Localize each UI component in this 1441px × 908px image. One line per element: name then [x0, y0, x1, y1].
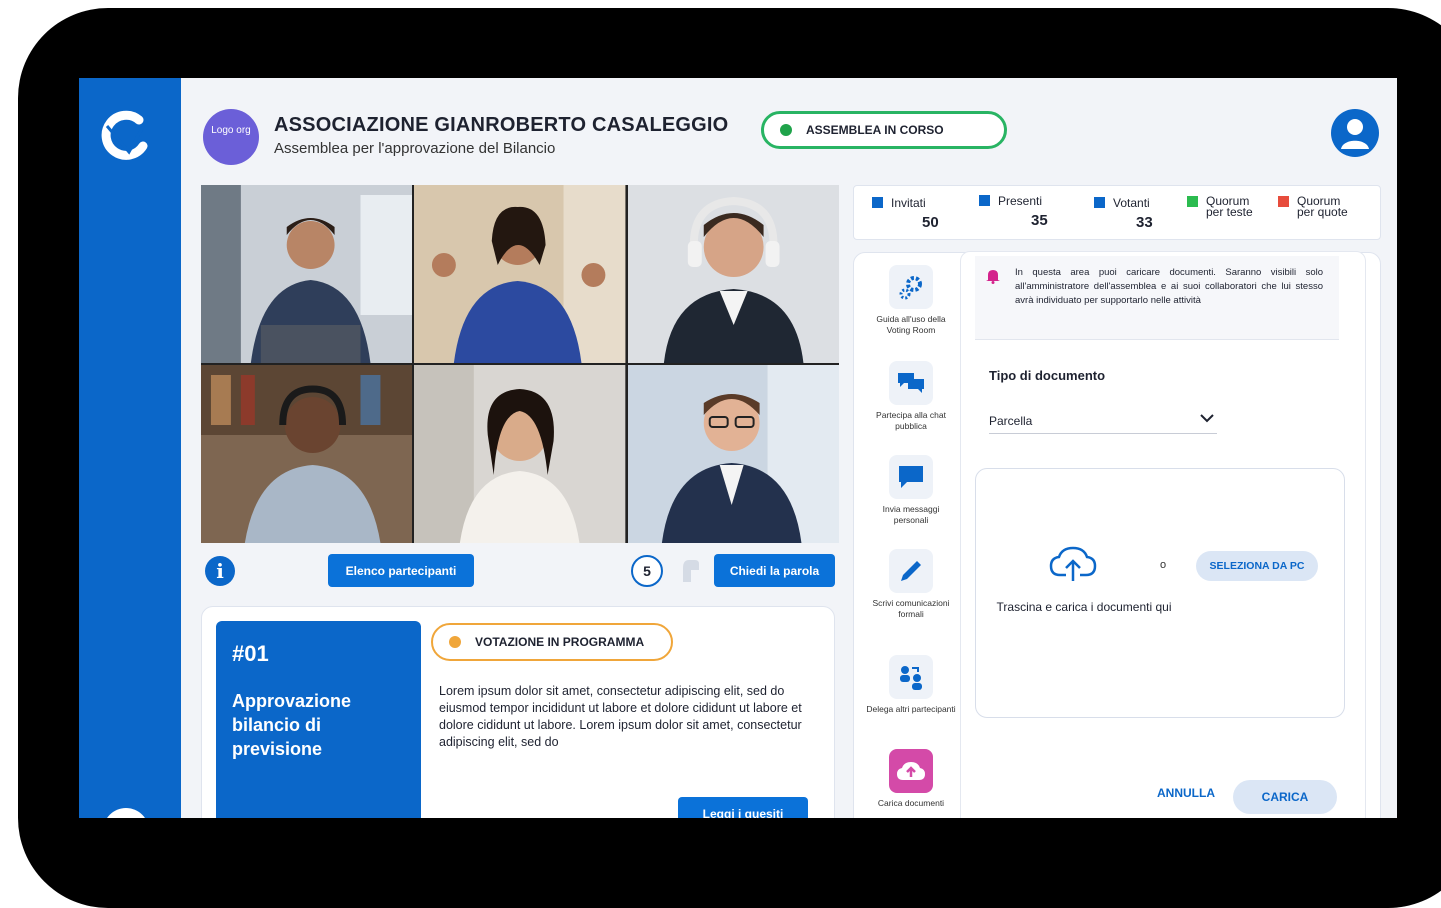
bell-icon [986, 270, 1000, 284]
status-dot-icon [780, 124, 792, 136]
stat-label: Invitati [891, 196, 926, 210]
legend-square-icon [1187, 196, 1198, 207]
chat-bubbles-icon [889, 361, 933, 405]
raise-hand-icon [683, 560, 699, 582]
user-avatar-icon[interactable] [1331, 109, 1379, 157]
stat-quorum-teste: Quorum per teste [1187, 195, 1253, 219]
document-type-label: Tipo di documento [989, 368, 1106, 383]
app-screen: Logo org ASSOCIAZIONE GIANROBERTO CASALE… [79, 78, 1397, 818]
org-name: ASSOCIAZIONE GIANROBERTO CASALEGGIO [274, 114, 729, 136]
upload-info-text: In questa area puoi caricare documenti. … [1015, 267, 1323, 306]
vote-status-label: VOTAZIONE IN PROGRAMMA [475, 635, 645, 649]
upload-info-alert: In questa area puoi caricare documenti. … [975, 256, 1339, 340]
message-icon [889, 455, 933, 499]
document-type-value: Parcella [989, 414, 1033, 428]
sidebar [79, 78, 181, 818]
upload-button[interactable]: CARICA [1233, 780, 1337, 814]
assembly-status-badge: ASSEMBLEA IN CORSO [761, 111, 1007, 149]
vote-description: Lorem ipsum dolor sit amet, consectetur … [439, 684, 802, 749]
tools-panel: Guida all'uso della Voting Room Partecip… [853, 251, 1381, 818]
stat-quorum-quote: Quorum per quote [1278, 195, 1348, 219]
vote-card: #01 Approvazione bilancio di previsione … [201, 606, 835, 818]
pen-icon [889, 549, 933, 593]
video-tile[interactable] [414, 365, 626, 543]
vote-status-dot-icon [449, 636, 461, 648]
video-tile[interactable] [414, 185, 626, 363]
chevron-down-icon [1200, 414, 1214, 423]
stat-label: Presenti [998, 194, 1043, 208]
tool-voting-room-guide[interactable]: Guida all'uso della Voting Room [866, 265, 956, 336]
participants-list-button[interactable]: Elenco partecipanti [328, 554, 474, 587]
org-logo: Logo org [203, 109, 259, 165]
tool-label: Scrivi comunicazioni formali [872, 598, 950, 619]
video-grid [201, 185, 839, 543]
stat-value: 50 [922, 214, 939, 231]
gears-icon [889, 265, 933, 309]
main-area: Logo org ASSOCIAZIONE GIANROBERTO CASALE… [181, 78, 1397, 818]
app-logo-icon[interactable] [99, 106, 157, 164]
stat-presenti: Presenti 35 [979, 194, 1048, 229]
assembly-status-label: ASSEMBLEA IN CORSO [806, 123, 944, 137]
stat-label: Votanti [1113, 196, 1150, 210]
or-text: o [1160, 559, 1167, 571]
vote-title: Approvazione bilancio di previsione [232, 691, 352, 759]
vote-status-badge: VOTAZIONE IN PROGRAMMA [431, 623, 673, 661]
tool-label: Guida all'uso della Voting Room [876, 314, 946, 335]
tool-personal-messages[interactable]: Invia messaggi personali [866, 455, 956, 526]
legend-square-icon [1278, 196, 1289, 207]
legend-square-icon [1094, 197, 1105, 208]
legend-square-icon [979, 195, 990, 206]
tool-public-chat[interactable]: Partecipa alla chat pubblica [866, 361, 956, 432]
stats-bar: Invitati 50 Presenti 35 Votanti 33 Quoru… [853, 185, 1381, 240]
info-icon[interactable]: i [205, 556, 235, 586]
ask-to-speak-button[interactable]: Chiedi la parola [714, 554, 835, 587]
video-tile[interactable] [627, 365, 839, 543]
speaker-queue-count: 5 [631, 555, 663, 587]
vote-number: #01 [232, 641, 269, 666]
video-tile[interactable] [201, 185, 413, 363]
video-tile[interactable] [627, 185, 839, 363]
cloud-upload-outline-icon [1049, 546, 1097, 581]
tool-label: Invia messaggi personali [882, 504, 940, 525]
stat-label: per quote [1297, 205, 1348, 219]
document-type-select[interactable]: Parcella [989, 408, 1217, 434]
vote-summary: #01 Approvazione bilancio di previsione [216, 621, 421, 818]
tool-upload-documents[interactable]: Carica documenti [866, 749, 956, 809]
tool-label: Delega altri partecipanti [866, 704, 956, 714]
bottom-logo-icon[interactable] [103, 808, 149, 818]
tool-delegate-participants[interactable]: Delega altri partecipanti [866, 655, 956, 715]
select-from-pc-button[interactable]: SELEZIONA DA PC [1196, 551, 1318, 581]
drop-instructions: Trascina e carica i documenti qui [996, 600, 1172, 614]
upload-panel: In questa area puoi caricare documenti. … [960, 251, 1366, 818]
assembly-subtitle: Assemblea per l'approvazione del Bilanci… [274, 140, 556, 157]
stat-label: per teste [1206, 205, 1253, 219]
file-dropzone[interactable]: Trascina e carica i documenti qui o SELE… [975, 468, 1345, 718]
video-tile[interactable] [201, 365, 413, 543]
read-questions-button[interactable]: Leggi i quesiti [678, 797, 808, 818]
tool-label: Partecipa alla chat pubblica [876, 410, 946, 431]
cancel-button[interactable]: ANNULLA [1157, 786, 1215, 800]
stat-value: 33 [1136, 214, 1153, 231]
stat-value: 35 [1031, 212, 1048, 229]
stat-votanti: Votanti 33 [1094, 196, 1153, 231]
stat-invitati: Invitati 50 [872, 196, 939, 231]
tool-label: Carica documenti [877, 798, 945, 808]
cloud-upload-icon [889, 749, 933, 793]
legend-square-icon [872, 197, 883, 208]
tool-formal-communications[interactable]: Scrivi comunicazioni formali [866, 549, 956, 620]
delegate-icon [889, 655, 933, 699]
